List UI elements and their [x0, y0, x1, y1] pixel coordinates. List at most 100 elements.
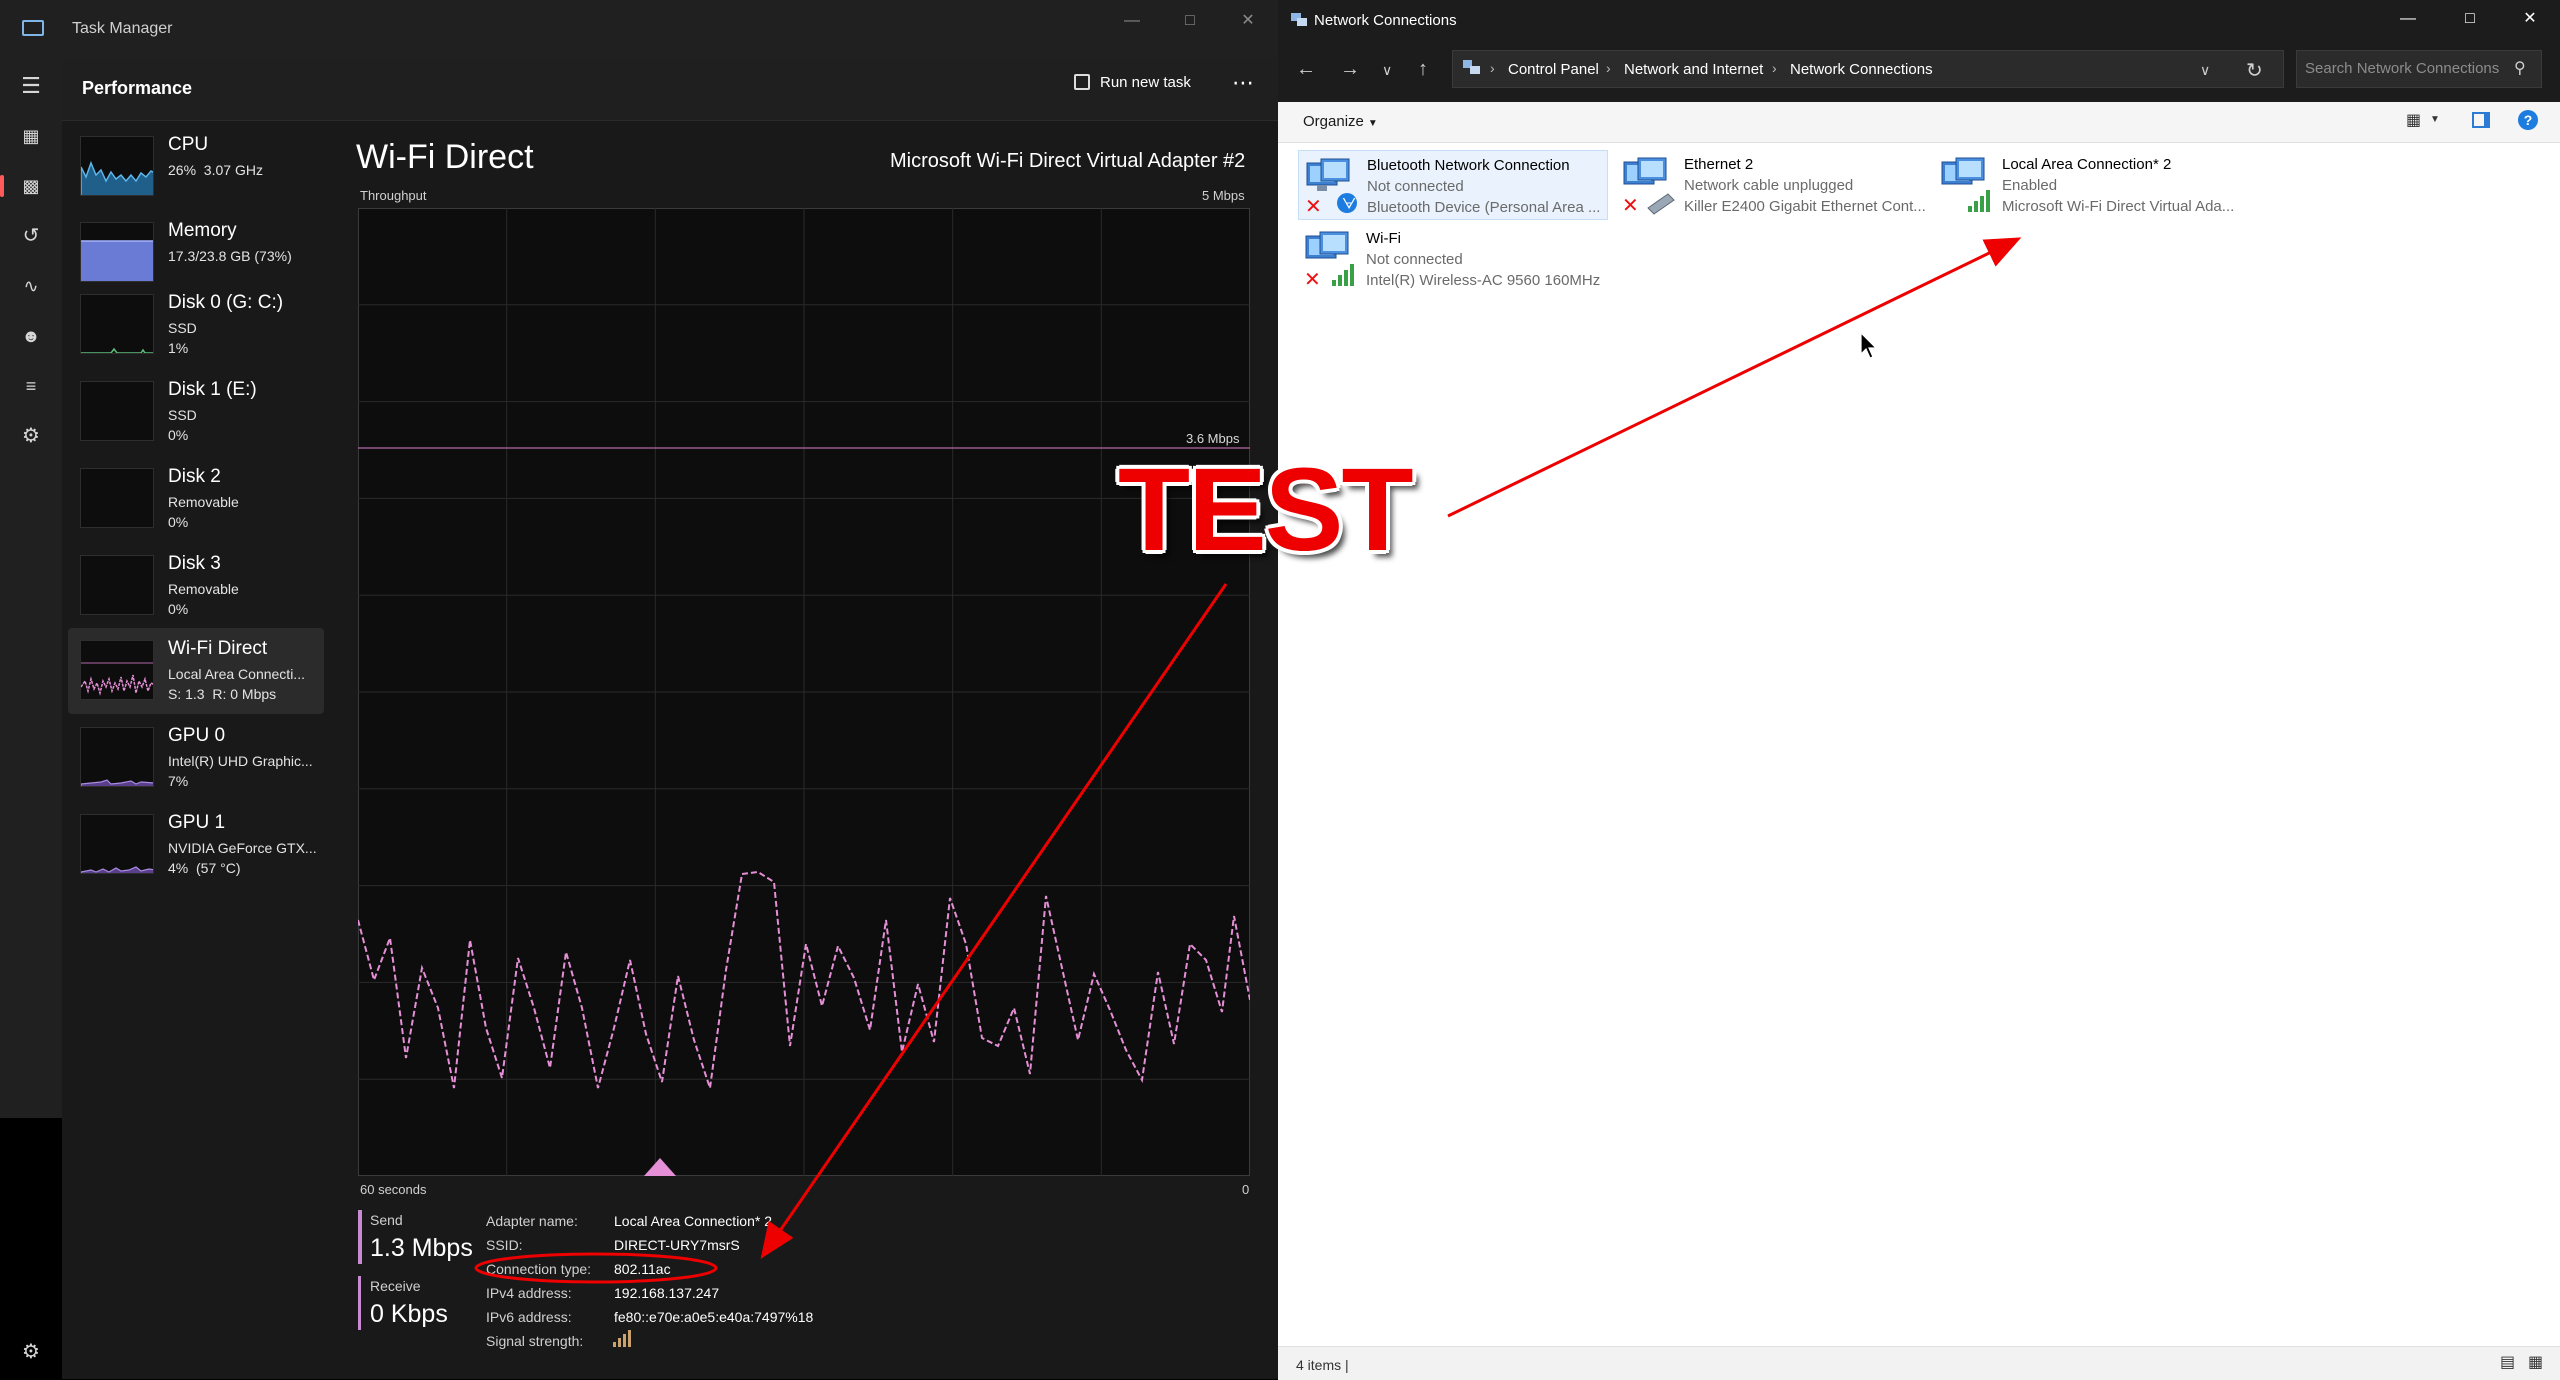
back-arrow-icon[interactable]: ← — [1296, 58, 1316, 81]
gpu-0-sparkline — [81, 779, 153, 786]
services-icon[interactable]: ⚙ — [0, 414, 62, 458]
explorer-titlebar — [1278, 0, 2560, 40]
prop-value: 802.11ac — [614, 1261, 671, 1277]
sidebar-item-disk-1[interactable]: Disk 1 (E:) SSD 0% — [68, 369, 324, 455]
details-icon[interactable]: ≡ — [0, 364, 62, 408]
network-item-device: Intel(R) Wireless-AC 9560 160MHz — [1366, 272, 1601, 289]
network-item-name: Local Area Connection* 2 — [2002, 156, 2172, 173]
breadcrumb-control-panel[interactable]: Control Panel — [1508, 61, 1599, 78]
sidebar-item-detail: Removable 0% — [168, 581, 239, 617]
prop-value: 192.168.137.247 — [614, 1285, 720, 1301]
network-item-device: Killer E2400 Gigabit Ethernet Cont... — [1684, 198, 1926, 215]
address-dropdown-chevron-icon[interactable]: ∨ — [2200, 62, 2210, 79]
change-view-icon[interactable]: ▦ — [2406, 110, 2421, 130]
task-manager-title: Task Manager — [72, 20, 173, 37]
run-new-task-label: Run new task — [1100, 74, 1191, 91]
users-icon[interactable]: ☻ — [0, 314, 62, 358]
prop-key: IPv6 address: — [486, 1309, 572, 1325]
throughput-graph — [358, 208, 1250, 1176]
organize-button[interactable]: Organize ▼ — [1303, 113, 1378, 130]
network-item-status: Network cable unplugged — [1684, 177, 1854, 194]
receive-label: Receive — [370, 1278, 421, 1294]
network-item-bluetooth[interactable]: ✕ ᗄ Bluetooth Network Connection Not con… — [1298, 150, 1608, 220]
network-item-device: Microsoft Wi-Fi Direct Virtual Ada... — [2002, 198, 2235, 215]
startup-apps-icon[interactable]: ∿ — [0, 264, 62, 308]
organize-dropdown-icon: ▼ — [1367, 118, 1378, 129]
svg-text:✕: ✕ — [1304, 267, 1321, 290]
processes-icon[interactable]: ▦ — [0, 114, 62, 158]
search-icon: ⚲ — [2514, 60, 2526, 77]
test-annotation-text: TEST — [1118, 444, 1414, 576]
performance-icon[interactable]: ▩ — [0, 164, 62, 208]
view-dropdown-icon[interactable]: ▼ — [2430, 114, 2440, 125]
up-arrow-icon[interactable]: ↑ — [1418, 58, 1428, 81]
sidebar-item-wifi-direct[interactable]: Wi-Fi Direct Local Area Connecti... S: 1… — [68, 628, 324, 714]
sidebar-item-detail: NVIDIA GeForce GTX... 4% (57 °C) — [168, 840, 317, 876]
forward-arrow-icon[interactable]: → — [1340, 58, 1360, 81]
network-item-name: Bluetooth Network Connection — [1367, 157, 1570, 174]
preview-pane-icon[interactable] — [2472, 112, 2490, 128]
more-options-icon[interactable]: ⋯ — [1232, 70, 1254, 96]
axis-right-label: 0 — [1242, 1182, 1250, 1197]
sidebar-item-label: Wi-Fi Direct — [168, 638, 268, 659]
large-icons-view-icon[interactable]: ▦ — [2528, 1352, 2543, 1372]
svg-text:✕: ✕ — [1622, 193, 1639, 216]
graph-title: Wi-Fi Direct — [356, 138, 534, 176]
memory-sparkline — [81, 240, 153, 281]
sidebar-item-gpu-1[interactable]: GPU 1 NVIDIA GeForce GTX... 4% (57 °C) — [68, 802, 324, 888]
network-item-status: Not connected — [1367, 178, 1464, 195]
svg-text:ᗄ: ᗄ — [1342, 195, 1356, 213]
breadcrumb-separator: › — [1606, 60, 1611, 76]
close-icon[interactable]: ✕ — [1228, 8, 1268, 34]
prop-key: IPv4 address: — [486, 1285, 572, 1301]
task-manager-app-icon — [22, 20, 44, 36]
wifi-direct-thumbnail — [80, 640, 154, 700]
explorer-maximize-icon[interactable]: □ — [2450, 6, 2490, 32]
minimize-icon[interactable]: — — [1112, 8, 1152, 34]
svg-text:✕: ✕ — [1305, 194, 1322, 217]
control-panel-icon — [1463, 60, 1480, 74]
adapter-title: Microsoft Wi-Fi Direct Virtual Adapter #… — [890, 150, 1246, 172]
sidebar-item-label: GPU 1 — [168, 812, 226, 833]
command-bar — [1278, 102, 2560, 143]
run-new-task-button[interactable]: Run new task — [1074, 74, 1191, 91]
run-task-icon — [1074, 74, 1090, 90]
app-history-icon[interactable]: ↺ — [0, 214, 62, 258]
network-item-ethernet-2[interactable]: ✕ Ethernet 2 Network cable unplugged Kil… — [1616, 150, 1926, 220]
axis-max-label: 5 Mbps — [1202, 188, 1245, 203]
recent-locations-chevron-icon[interactable]: ∨ — [1382, 62, 1392, 79]
network-item-local-area-connection-2[interactable]: Local Area Connection* 2 Enabled Microso… — [1934, 150, 2244, 220]
cpu-thumbnail — [80, 136, 154, 196]
network-item-wifi[interactable]: ✕ Wi-Fi Not connected Intel(R) Wireless-… — [1298, 224, 1608, 294]
search-input[interactable]: Search Network Connections — [2296, 50, 2542, 88]
breadcrumb-network-and-internet[interactable]: Network and Internet — [1624, 61, 1763, 78]
disk-1-thumbnail — [80, 381, 154, 441]
sidebar-item-label: Disk 0 (G: C:) — [168, 292, 284, 313]
sidebar-item-disk-3[interactable]: Disk 3 Removable 0% — [68, 543, 324, 629]
refresh-icon[interactable]: ↻ — [2246, 58, 2263, 83]
settings-gear-icon[interactable]: ⚙ — [0, 1330, 62, 1374]
sidebar-item-disk-0[interactable]: Disk 0 (G: C:) SSD 1% — [68, 282, 324, 368]
explorer-minimize-icon[interactable]: — — [2388, 6, 2428, 32]
network-item-device: Bluetooth Device (Personal Area ... — [1367, 199, 1601, 216]
sidebar-item-disk-2[interactable]: Disk 2 Removable 0% — [68, 456, 324, 542]
sidebar-item-label: Memory — [168, 220, 237, 241]
bluetooth-network-icon: ✕ ᗄ — [1305, 158, 1357, 217]
network-item-name: Ethernet 2 — [1684, 156, 1754, 173]
item-count: 4 items | — [1296, 1357, 1349, 1373]
sidebar-item-gpu-0[interactable]: GPU 0 Intel(R) UHD Graphic... 7% — [68, 715, 324, 801]
details-view-icon[interactable]: ▤ — [2500, 1352, 2515, 1372]
gpu-1-sparkline — [81, 866, 153, 873]
maximize-icon[interactable]: □ — [1170, 8, 1210, 34]
network-item-status: Not connected — [1366, 251, 1463, 268]
explorer-close-icon[interactable]: ✕ — [2510, 6, 2550, 32]
breadcrumb-separator: › — [1772, 60, 1777, 76]
sidebar-item-label: Disk 3 — [168, 553, 221, 574]
hamburger-menu-icon[interactable]: ☰ — [0, 64, 62, 108]
prop-value: DIRECT-URY7msrS — [614, 1237, 740, 1253]
help-icon[interactable]: ? — [2518, 110, 2538, 130]
section-title: Performance — [82, 78, 193, 98]
sidebar-item-detail: Removable 0% — [168, 494, 239, 530]
breadcrumb-network-connections[interactable]: Network Connections — [1790, 61, 1933, 78]
sidebar-item-cpu[interactable]: CPU 26% 3.07 GHz — [68, 124, 324, 210]
